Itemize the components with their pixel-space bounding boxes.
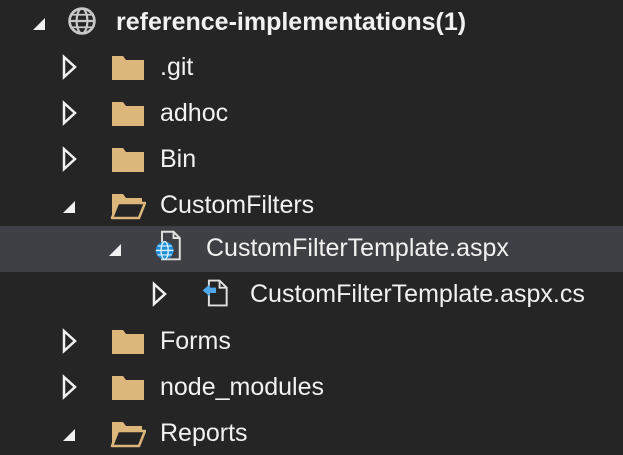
tree-item-label: CustomFilterTemplate.aspx: [206, 234, 509, 262]
chevron-collapsed-icon[interactable]: [58, 137, 80, 183]
tree-item-label: adhoc: [160, 99, 229, 127]
folder-open-icon: [110, 422, 146, 448]
chevron-collapsed-icon[interactable]: [58, 365, 80, 411]
folder-icon: [112, 56, 144, 80]
chevron-collapsed-icon[interactable]: [58, 319, 80, 365]
solution-explorer-tree: reference-implementations(1) .git adhoc …: [0, 0, 623, 455]
chevron-collapsed-icon[interactable]: [58, 91, 80, 137]
tree-item-label: Bin: [160, 145, 197, 173]
tree-item-label: node_modules: [160, 373, 325, 401]
code-behind-file-icon: [202, 279, 228, 307]
tree-item-label: Forms: [160, 327, 231, 355]
chevron-collapsed-icon[interactable]: [148, 272, 170, 318]
aspx-file-icon: [155, 230, 181, 261]
chevron-expanded-icon[interactable]: [28, 0, 50, 46]
globe-project-icon: [68, 7, 96, 35]
tree-row-forms[interactable]: Forms: [0, 319, 623, 365]
tree-item-label: Reports: [160, 419, 248, 447]
tree-row-customfiltertemplate-aspx[interactable]: CustomFilterTemplate.aspx: [0, 226, 623, 272]
tree-row-customfiltertemplate-aspx-cs[interactable]: CustomFilterTemplate.aspx.cs: [0, 272, 623, 318]
tree-row-adhoc[interactable]: adhoc: [0, 91, 623, 137]
tree-item-label: .git: [160, 53, 194, 81]
tree-item-label: CustomFilters: [160, 191, 315, 219]
tree-row-customfilters[interactable]: CustomFilters: [0, 183, 623, 229]
folder-icon: [112, 330, 144, 354]
tree-item-label: CustomFilterTemplate.aspx.cs: [250, 280, 585, 308]
project-root-label: reference-implementations(1): [116, 8, 467, 36]
chevron-collapsed-icon[interactable]: [58, 45, 80, 91]
tree-row-git[interactable]: .git: [0, 45, 623, 91]
tree-row-reports[interactable]: Reports: [0, 411, 623, 455]
folder-icon: [112, 148, 144, 172]
folder-open-icon: [110, 194, 146, 220]
chevron-expanded-icon[interactable]: [58, 411, 80, 455]
tree-row-node-modules[interactable]: node_modules: [0, 365, 623, 411]
tree-row-project-root[interactable]: reference-implementations(1): [0, 0, 623, 46]
folder-icon: [112, 102, 144, 126]
chevron-expanded-icon[interactable]: [104, 226, 126, 272]
chevron-expanded-icon[interactable]: [58, 183, 80, 229]
tree-row-bin[interactable]: Bin: [0, 137, 623, 183]
folder-icon: [112, 376, 144, 400]
